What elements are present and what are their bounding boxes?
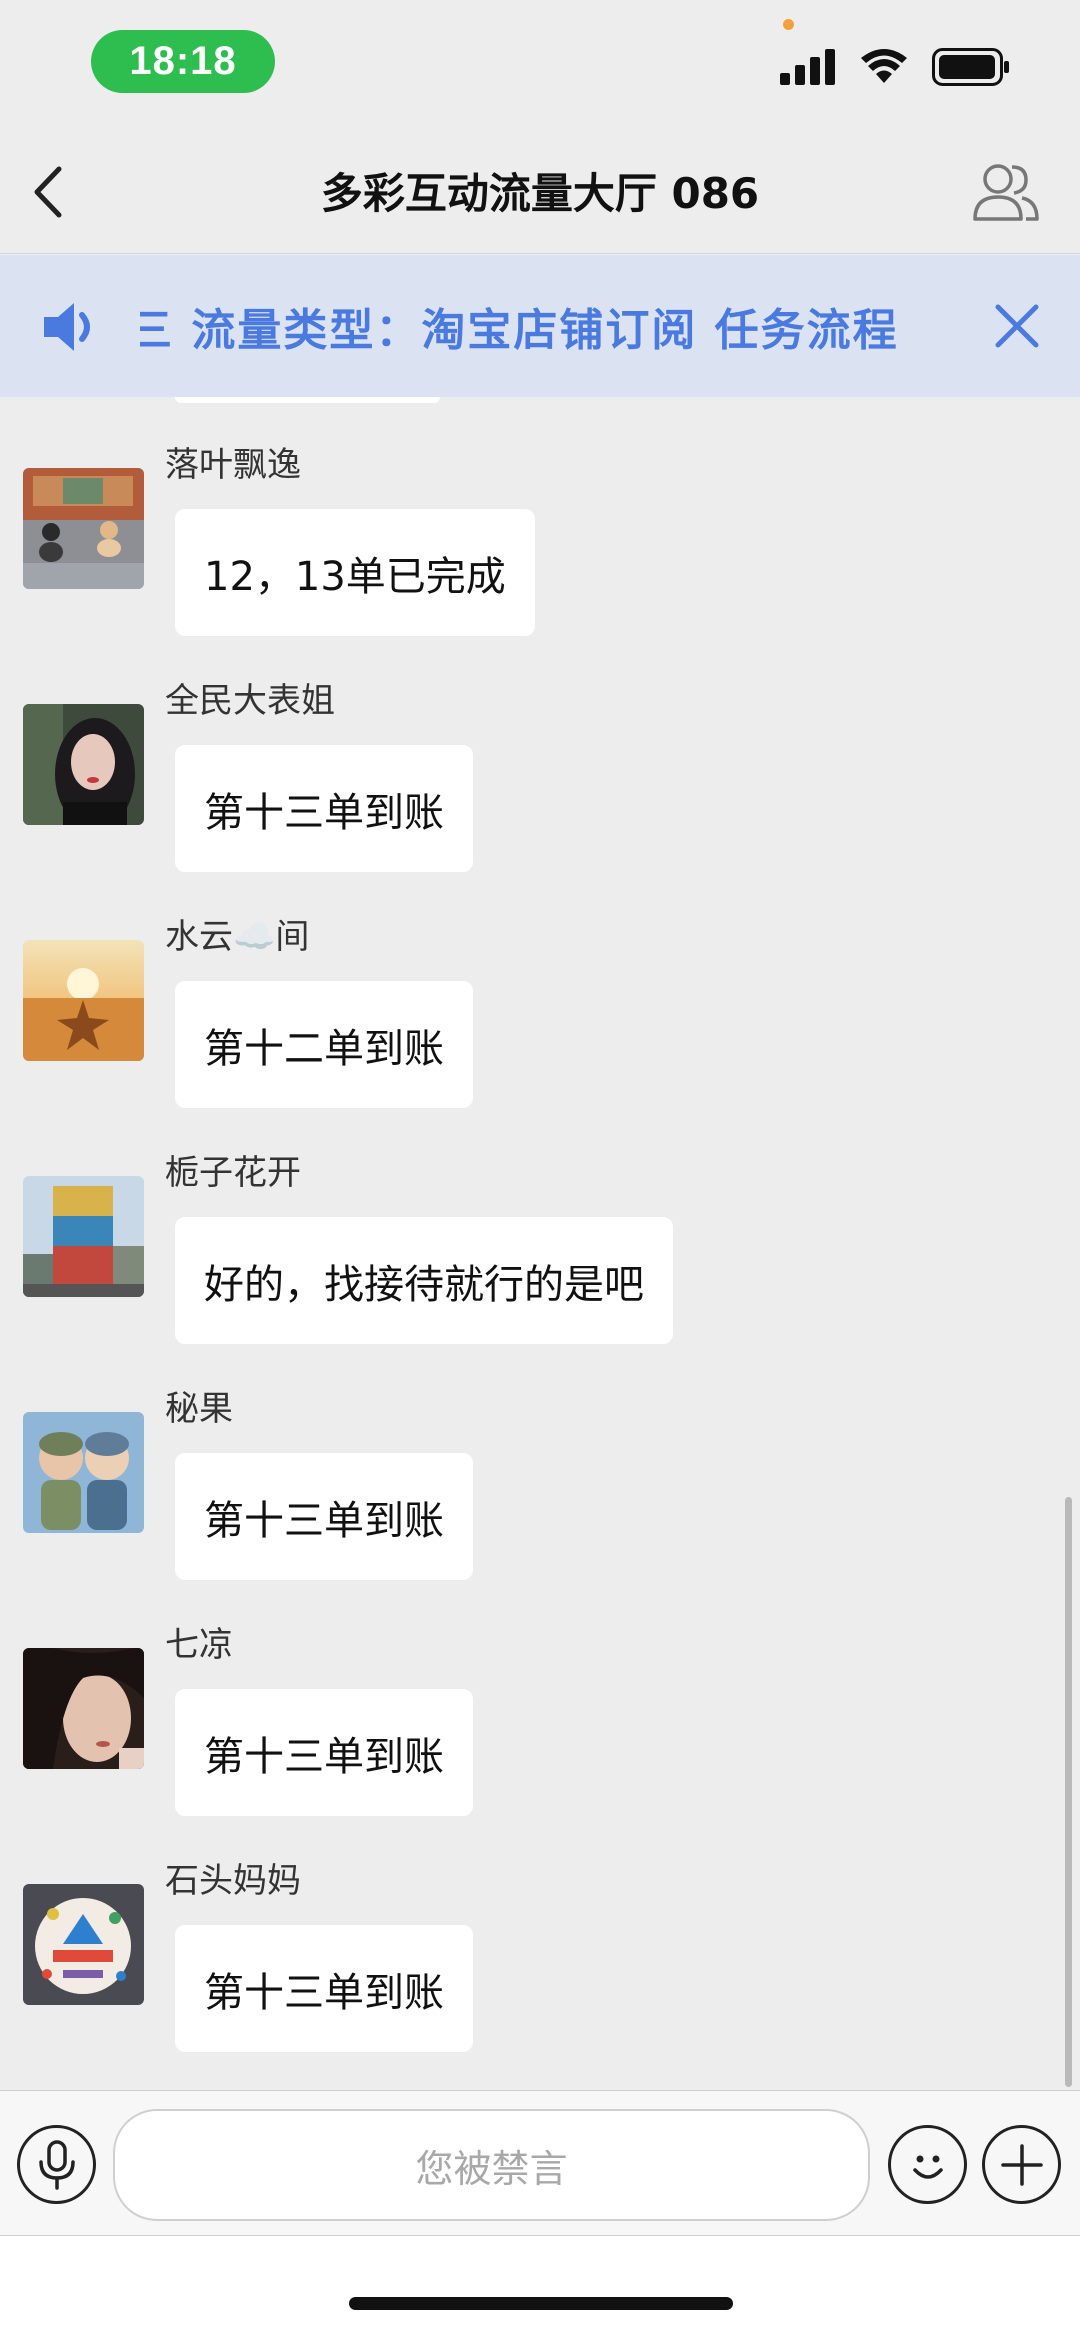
scrollbar[interactable] (1065, 1497, 1072, 2087)
message-bubble[interactable]: 第十三单到账 (175, 1925, 473, 2052)
previous-bubble-edge (175, 397, 440, 403)
home-indicator[interactable] (349, 2297, 733, 2310)
sender-name: 石头妈妈 (165, 1861, 301, 1901)
bottom-safe-area (0, 2236, 1080, 2336)
avatar[interactable] (23, 1412, 144, 1533)
more-actions-button[interactable] (982, 2125, 1061, 2204)
avatar[interactable] (23, 1176, 144, 1297)
message-list[interactable]: 落叶飘逸 12，13单已完成 全民大表姐 第十三单到账 水云☁️间 第十二单到账… (0, 397, 1080, 2090)
announcement-marquee: 三 流量类型：淘宝店铺订阅 任务流程 (140, 255, 940, 397)
message-bubble[interactable]: 12，13单已完成 (175, 509, 535, 636)
voice-input-button[interactable] (17, 2125, 96, 2204)
message-bubble[interactable]: 第十三单到账 (175, 1689, 473, 1816)
wifi-icon (860, 49, 908, 89)
group-members-button[interactable] (970, 156, 1042, 228)
chat-title: 多彩互动流量大厅 086 (320, 169, 760, 218)
microphone-icon (38, 2139, 75, 2190)
cellular-signal-icon (780, 49, 836, 89)
close-announcement-button[interactable] (984, 293, 1050, 359)
battery-icon (932, 48, 1010, 90)
status-time: 18:18 (91, 30, 275, 93)
sender-name: 栀子花开 (165, 1153, 301, 1193)
close-icon (995, 304, 1039, 348)
sender-name: 水云☁️间 (165, 917, 310, 957)
group-members-icon (973, 164, 1039, 221)
privacy-indicator-dot (783, 19, 794, 30)
smiley-icon (912, 2155, 943, 2179)
avatar[interactable] (23, 704, 144, 825)
avatar[interactable] (23, 940, 144, 1061)
announcement-bar[interactable]: 三 流量类型：淘宝店铺订阅 任务流程 (0, 255, 1080, 397)
sender-name: 秘果 (165, 1389, 233, 1429)
input-bar: 您被禁言 (0, 2090, 1080, 2236)
sender-name: 全民大表姐 (165, 681, 335, 721)
plus-icon (1000, 2143, 1043, 2186)
status-icons (780, 47, 1010, 91)
message-bubble[interactable]: 好的，找接待就行的是吧 (175, 1217, 673, 1344)
avatar[interactable] (23, 1648, 144, 1769)
speaker-icon (40, 295, 104, 359)
message-bubble[interactable]: 第十二单到账 (175, 981, 473, 1108)
message-bubble[interactable]: 第十三单到账 (175, 745, 473, 872)
announcement-text: 三 流量类型：淘宝店铺订阅 任务流程 (140, 305, 899, 356)
avatar[interactable] (23, 468, 144, 589)
avatar[interactable] (23, 1884, 144, 2005)
sender-name: 落叶飘逸 (165, 445, 301, 485)
emoji-button[interactable] (888, 2125, 967, 2204)
message-input[interactable]: 您被禁言 (113, 2109, 870, 2221)
chat-header: 多彩互动流量大厅 086 (0, 130, 1080, 254)
status-bar: 18:18 (0, 0, 1080, 130)
message-bubble[interactable]: 第十三单到账 (175, 1453, 473, 1580)
sender-name: 七凉 (165, 1625, 233, 1665)
